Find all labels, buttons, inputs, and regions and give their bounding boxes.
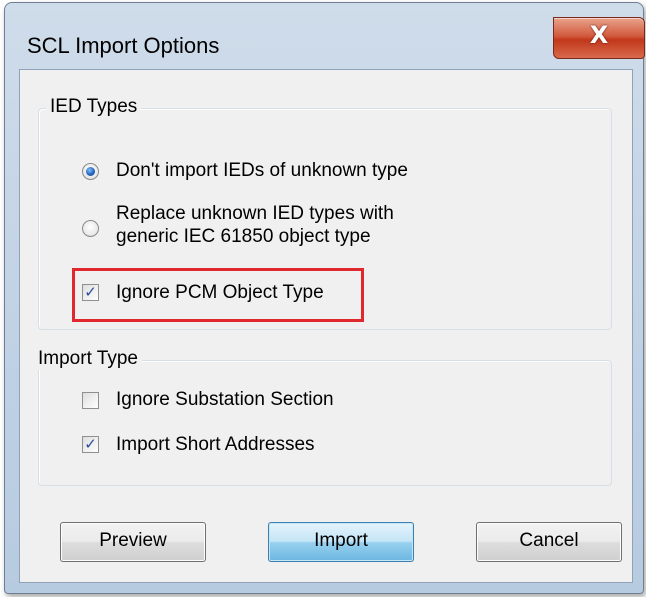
radio-replace-unknown-label-line2[interactable]: generic IEC 61850 object type	[116, 225, 371, 249]
radio-dont-import-unknown-label[interactable]: Don't import IEDs of unknown type	[116, 159, 408, 183]
import-button[interactable]: Import	[268, 522, 414, 562]
dialog-title: SCL Import Options	[27, 33, 220, 58]
checkbox-import-short-addresses[interactable]: ✓	[82, 435, 99, 453]
preview-button[interactable]: Preview	[60, 522, 206, 562]
scl-import-options-dialog: SCL Import Options X IED Types Don't imp…	[4, 2, 645, 594]
checkbox-ignore-pcm[interactable]: ✓	[82, 283, 99, 301]
radio-replace-unknown[interactable]	[82, 220, 99, 237]
check-icon: ✓	[84, 283, 97, 301]
import-type-group	[38, 360, 612, 486]
checkbox-ignore-substation-label[interactable]: Ignore Substation Section	[116, 388, 334, 412]
check-icon: ✓	[84, 435, 97, 453]
cancel-button[interactable]: Cancel	[476, 522, 622, 562]
radio-replace-unknown-label-line1[interactable]: Replace unknown IED types with	[116, 202, 394, 226]
close-button[interactable]: X	[553, 17, 645, 59]
close-icon: X	[589, 21, 609, 49]
ied-types-legend: IED Types	[46, 96, 142, 118]
import-type-legend: Import Type	[34, 348, 142, 370]
checkbox-import-short-addresses-label[interactable]: Import Short Addresses	[116, 433, 315, 457]
checkbox-ignore-pcm-label[interactable]: Ignore PCM Object Type	[116, 281, 324, 305]
radio-dont-import-unknown[interactable]	[82, 163, 99, 180]
dialog-body: IED Types Don't import IEDs of unknown t…	[19, 69, 633, 583]
checkbox-ignore-substation[interactable]	[82, 392, 99, 409]
